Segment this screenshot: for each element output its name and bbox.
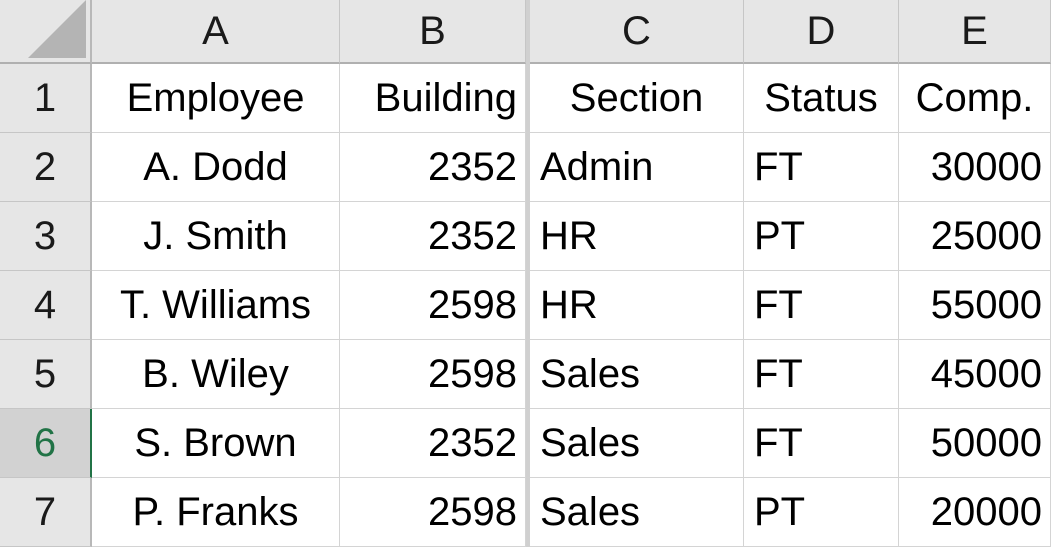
row-header-7[interactable]: 7 [0,478,92,547]
column-header-c[interactable]: C [530,0,744,64]
cell-a7[interactable]: P. Franks [92,478,340,547]
cell-d5[interactable]: FT [744,340,899,409]
cell-a3[interactable]: J. Smith [92,202,340,271]
cell-b1[interactable]: Building [340,64,526,133]
cell-c7[interactable]: Sales [530,478,744,547]
column-header-d[interactable]: D [744,0,899,64]
cell-c2[interactable]: Admin [530,133,744,202]
cell-e4[interactable]: 55000 [899,271,1051,340]
cell-e1[interactable]: Comp. [899,64,1051,133]
row-header-4[interactable]: 4 [0,271,92,340]
cell-a1[interactable]: Employee [92,64,340,133]
freeze-pane-divider[interactable] [526,0,530,547]
cell-c5[interactable]: Sales [530,340,744,409]
cell-d4[interactable]: FT [744,271,899,340]
cell-b6[interactable]: 2352 [340,409,526,478]
cell-e6[interactable]: 50000 [899,409,1051,478]
cell-a6[interactable]: S. Brown [92,409,340,478]
cell-a5[interactable]: B. Wiley [92,340,340,409]
row-header-2[interactable]: 2 [0,133,92,202]
cell-d1[interactable]: Status [744,64,899,133]
cell-b2[interactable]: 2352 [340,133,526,202]
select-all-button[interactable] [0,0,92,64]
cell-e2[interactable]: 30000 [899,133,1051,202]
column-header-b[interactable]: B [340,0,526,64]
cell-e5[interactable]: 45000 [899,340,1051,409]
cell-e3[interactable]: 25000 [899,202,1051,271]
column-header-e[interactable]: E [899,0,1051,64]
cell-e7[interactable]: 20000 [899,478,1051,547]
row-header-5[interactable]: 5 [0,340,92,409]
cell-c1[interactable]: Section [530,64,744,133]
column-header-a[interactable]: A [92,0,340,64]
cell-c6[interactable]: Sales [530,409,744,478]
row-header-1[interactable]: 1 [0,64,92,133]
cell-b3[interactable]: 2352 [340,202,526,271]
cell-d2[interactable]: FT [744,133,899,202]
spreadsheet-grid: A B C D E 1 2 3 4 5 6 7 Employee Buildin… [0,0,1051,547]
row-header-3[interactable]: 3 [0,202,92,271]
cell-a4[interactable]: T. Williams [92,271,340,340]
cell-d7[interactable]: PT [744,478,899,547]
cell-c3[interactable]: HR [530,202,744,271]
select-all-triangle-icon [28,0,86,58]
cell-d3[interactable]: PT [744,202,899,271]
cell-b7[interactable]: 2598 [340,478,526,547]
cell-d6[interactable]: FT [744,409,899,478]
cell-c4[interactable]: HR [530,271,744,340]
row-header-6-selected[interactable]: 6 [0,409,92,478]
cell-b4[interactable]: 2598 [340,271,526,340]
cell-b5[interactable]: 2598 [340,340,526,409]
cell-a2[interactable]: A. Dodd [92,133,340,202]
